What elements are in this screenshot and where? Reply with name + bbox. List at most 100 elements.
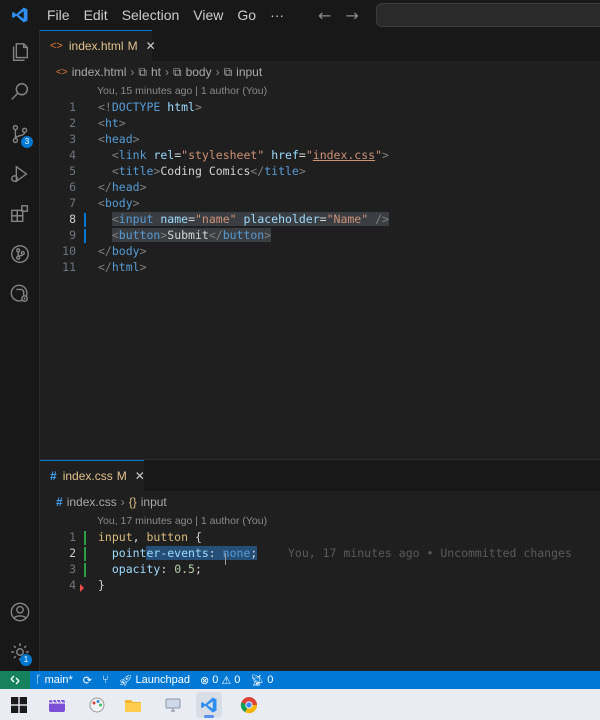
source-control-icon[interactable]: 3 (0, 114, 40, 154)
run-debug-icon[interactable] (0, 154, 40, 194)
breadcrumb-item[interactable]: input (236, 65, 262, 79)
breadcrumb-item[interactable]: ht (151, 65, 161, 79)
branch-status[interactable]: ᚴ main* (30, 674, 78, 686)
modified-gutter-mark (84, 213, 86, 227)
forward-arrow-icon[interactable]: → (345, 6, 358, 25)
line-number: 1 (69, 530, 76, 544)
vscode-icon[interactable] (196, 692, 222, 718)
breadcrumb-item[interactable]: index.css (67, 495, 117, 509)
code-line: 2 <ht> (40, 115, 600, 131)
code-line: 1 input, button { (40, 529, 600, 545)
close-icon[interactable]: ✕ (135, 469, 145, 483)
tab-index-css[interactable]: # index.css M ✕ (40, 460, 145, 491)
video-editor-icon[interactable] (44, 692, 70, 718)
selector-icon: {} (128, 495, 137, 509)
error-icon: ⊗ (199, 674, 210, 687)
ports-status[interactable]: 📡︎ 0 (245, 674, 278, 687)
menu-file[interactable]: File (40, 0, 77, 30)
explorer-icon[interactable] (0, 32, 40, 72)
paint-icon[interactable] (84, 692, 110, 718)
error-count: 0 (212, 674, 219, 686)
active-app-indicator (204, 715, 214, 718)
code-line: 10 </body> (40, 243, 600, 259)
account-icon[interactable] (0, 592, 40, 632)
chrome-icon[interactable] (236, 692, 262, 718)
menu-selection[interactable]: Selection (115, 0, 187, 30)
code-text: <ht> (98, 116, 126, 130)
code-editor-html[interactable]: 1 <!DOCTYPE html> 2 <ht> 3 <head> 4 <link r… (40, 99, 600, 275)
remote-indicator-icon[interactable] (0, 671, 30, 689)
monitor-icon[interactable] (160, 692, 186, 718)
line-number: 8 (69, 212, 76, 226)
code-text: <input name="name" placeholder="Name" /> (111, 212, 389, 226)
code-text: } (98, 578, 105, 592)
inline-blame: You, 17 minutes ago • Uncommitted change… (288, 546, 572, 560)
chevron-right-icon: › (120, 495, 125, 509)
menu-go[interactable]: Go (230, 0, 263, 30)
manage-gear-icon[interactable]: 1 (0, 632, 40, 672)
code-line: 4} (40, 577, 600, 593)
tab-bar: # index.css M ✕ (40, 460, 600, 491)
activity-bar: 3 1 (0, 30, 40, 671)
code-text: </head> (98, 180, 147, 194)
problems-status[interactable]: ⊗ 0 ⚠︎ 0 (195, 674, 245, 687)
breadcrumb: # index.css › {} input (40, 491, 600, 513)
warning-icon: ⚠︎ (221, 674, 232, 687)
element-icon: ⧉ (172, 64, 182, 79)
close-icon[interactable]: ✕ (146, 39, 156, 53)
line-number: 2 (69, 116, 76, 130)
code-line: 8 <input name="name" placeholder="Name" … (40, 211, 600, 227)
menu-view[interactable]: View (186, 0, 230, 30)
branch-name: main* (44, 674, 73, 686)
sync-button[interactable]: ⟳ (78, 674, 97, 687)
breadcrumb-item[interactable]: input (141, 495, 167, 509)
codelens-blame[interactable]: You, 17 minutes ago | 1 author (You) (40, 513, 600, 529)
line-number: 4 (69, 578, 76, 592)
added-gutter-mark (84, 531, 86, 545)
status-bar: ᚴ main* ⟳ ⑂ 🚀︎ Launchpad ⊗ 0 ⚠︎ 0 📡︎ 0 (0, 671, 600, 689)
line-number: 7 (69, 196, 76, 210)
sync-icon: ⟳ (82, 674, 92, 687)
code-line: 9 <button>Submit</button> (40, 227, 600, 243)
line-number: 5 (69, 164, 76, 178)
code-line: 6 </head> (40, 179, 600, 195)
code-line: 4 <link rel="stylesheet" href="index.css… (40, 147, 600, 163)
launchpad-label: Launchpad (135, 674, 190, 686)
launchpad-button[interactable]: 🚀︎ Launchpad (114, 674, 195, 687)
html-file-icon: <> (50, 40, 63, 52)
tab-bar: <> index.html M ✕ (40, 30, 600, 61)
line-number: 11 (62, 260, 76, 274)
code-text: <body> (98, 196, 140, 210)
file-explorer-icon[interactable] (120, 692, 146, 718)
back-arrow-icon[interactable]: ← (318, 6, 331, 25)
settings-badge: 1 (20, 654, 32, 666)
command-center-search[interactable] (376, 3, 600, 27)
windows-taskbar (0, 689, 600, 720)
windows-start-icon[interactable] (6, 692, 32, 718)
tab-filename: index.html (68, 39, 124, 53)
search-icon[interactable] (0, 72, 40, 112)
code-text: <!DOCTYPE html> (98, 100, 202, 114)
code-line: 5 <title>Coding Comics</title> (40, 163, 600, 179)
git-graph-status[interactable]: ⑂ (97, 674, 114, 686)
css-file-icon: # (50, 469, 57, 483)
git-graph-icon[interactable] (0, 234, 40, 274)
remote-explorer-icon[interactable] (0, 274, 40, 314)
code-text: </html> (98, 260, 147, 274)
breadcrumb-item[interactable]: index.html (72, 65, 127, 79)
chevron-right-icon: › (130, 65, 135, 79)
code-editor-css[interactable]: 1 input, button { 2 pointer-events: none;… (40, 529, 600, 593)
breadcrumb: <> index.html › ⧉ ht › ⧉ body › ⧉ input (40, 61, 600, 83)
menu-more[interactable]: ··· (263, 0, 291, 30)
tab-index-html[interactable]: <> index.html M ✕ (40, 30, 156, 61)
warning-count: 0 (234, 674, 241, 686)
code-text: opacity: 0.5; (111, 562, 202, 576)
codelens-blame[interactable]: You, 15 minutes ago | 1 author (You) (40, 83, 600, 99)
rocket-icon: 🚀︎ (118, 674, 133, 687)
breadcrumb-item[interactable]: body (186, 65, 212, 79)
vscode-logo-icon (0, 0, 40, 30)
extensions-icon[interactable] (0, 194, 40, 234)
added-gutter-mark (84, 547, 86, 561)
menu-edit[interactable]: Edit (77, 0, 115, 30)
element-icon: ⧉ (138, 64, 147, 79)
